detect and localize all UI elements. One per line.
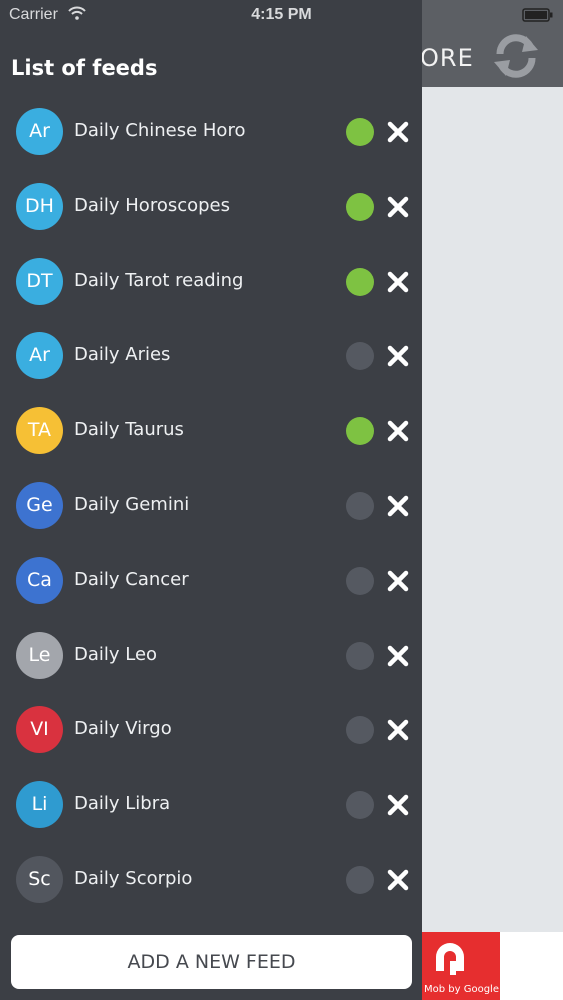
remove-feed-icon[interactable]: [386, 120, 410, 144]
drawer-title: List of feeds: [11, 56, 158, 80]
feed-inactive-toggle[interactable]: [346, 342, 374, 371]
feeds-drawer: List of feeds Ar Daily Chinese Horo DH Dail…: [0, 0, 422, 1000]
remove-feed-icon[interactable]: [386, 868, 410, 892]
feed-name: Daily Taurus: [74, 419, 184, 441]
feed-item[interactable]: DT Daily Tarot reading: [0, 244, 422, 319]
feed-avatar: Ge: [16, 481, 63, 529]
feed-list: Ar Daily Chinese Horo DH Daily Horoscopes DT…: [0, 94, 422, 917]
remove-feed-icon[interactable]: [386, 718, 410, 742]
remove-feed-icon[interactable]: [386, 569, 410, 593]
battery-icon: [522, 8, 553, 22]
feed-inactive-toggle[interactable]: [346, 791, 374, 820]
feed-inactive-toggle[interactable]: [346, 641, 374, 670]
remove-feed-icon[interactable]: [386, 644, 410, 668]
feed-name: Daily Chinese Horo: [74, 120, 246, 141]
ad-banner[interactable]: Mob by Google: [422, 932, 500, 1000]
feed-avatar: Li: [16, 781, 63, 829]
feed-active-toggle[interactable]: [346, 118, 374, 146]
feed-avatar: Ca: [16, 556, 63, 604]
feed-name: Daily Libra: [74, 793, 171, 815]
feed-inactive-toggle[interactable]: [346, 566, 374, 595]
feed-avatar: Ar: [16, 332, 63, 380]
ad-text: Mob by Google: [424, 984, 499, 995]
feed-name: Daily Aries: [74, 344, 171, 366]
admob-logo-icon: [436, 943, 464, 975]
feed-item[interactable]: Ca Daily Cancer: [0, 543, 422, 618]
feed-item[interactable]: VI Daily Virgo: [0, 692, 422, 767]
feed-name: Daily Tarot reading: [74, 269, 244, 291]
feed-avatar: DT: [16, 257, 63, 305]
feed-inactive-toggle[interactable]: [346, 491, 374, 520]
remove-feed-icon[interactable]: [386, 793, 410, 817]
feed-item[interactable]: Li Daily Libra: [0, 767, 422, 842]
feed-active-toggle[interactable]: [346, 417, 374, 446]
feed-name: Daily Scorpio: [74, 867, 193, 889]
feed-avatar: Ar: [16, 108, 63, 155]
feed-name: Daily Leo: [74, 643, 158, 665]
feed-name: Daily Gemini: [74, 493, 190, 515]
feed-item[interactable]: Ar Daily Aries: [0, 318, 422, 393]
feed-avatar: Le: [16, 631, 63, 679]
remove-feed-icon[interactable]: [386, 195, 410, 219]
feed-item[interactable]: TA Daily Taurus: [0, 393, 422, 468]
refresh-icon[interactable]: [492, 34, 540, 78]
feed-item[interactable]: DH Daily Horoscopes: [0, 169, 422, 244]
feed-active-toggle[interactable]: [346, 267, 374, 296]
feed-avatar: VI: [16, 706, 63, 754]
status-bar: Carrier 4:15 PM: [0, 0, 563, 30]
feed-avatar: DH: [16, 182, 63, 230]
feed-item[interactable]: Le Daily Leo: [0, 618, 422, 693]
feed-name: Daily Virgo: [74, 718, 172, 740]
feed-avatar: Sc: [16, 855, 63, 903]
feed-inactive-toggle[interactable]: [346, 716, 374, 745]
remove-feed-icon[interactable]: [386, 494, 410, 518]
background-title: ORE: [420, 44, 474, 72]
feed-avatar: TA: [16, 407, 63, 455]
add-new-feed-button[interactable]: ADD A NEW FEED: [11, 935, 412, 989]
feed-item[interactable]: Ar Daily Chinese Horo: [0, 94, 422, 169]
feed-inactive-toggle[interactable]: [346, 865, 374, 894]
remove-feed-icon[interactable]: [386, 270, 410, 294]
feed-name: Daily Cancer: [74, 568, 189, 590]
clock: 4:15 PM: [251, 6, 312, 23]
feed-active-toggle[interactable]: [346, 192, 374, 221]
remove-feed-icon[interactable]: [386, 344, 410, 368]
feed-item[interactable]: Sc Daily Scorpio: [0, 842, 422, 917]
remove-feed-icon[interactable]: [386, 419, 410, 443]
feed-item[interactable]: Ge Daily Gemini: [0, 468, 422, 543]
feed-name: Daily Horoscopes: [74, 194, 230, 216]
